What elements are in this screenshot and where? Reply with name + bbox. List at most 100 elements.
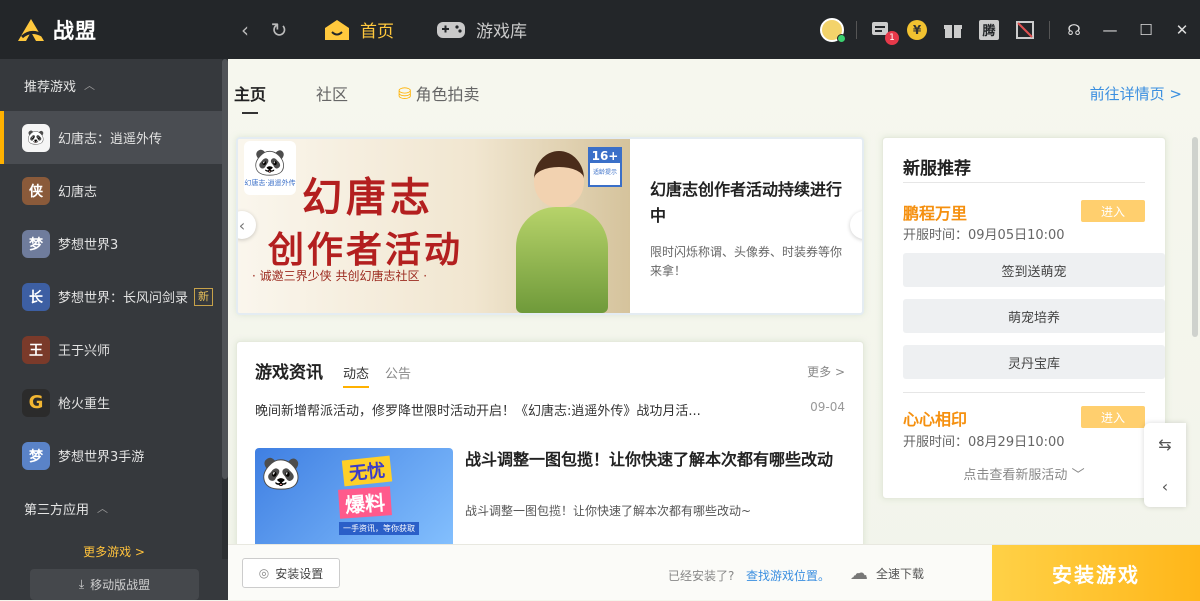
news-item-text: 晚间新增帮派活动，修罗降世限时活动开启！《幻唐志:逍遥外传》战功月活... bbox=[255, 404, 701, 419]
bottom-bar: ◎ 安装设置 已经安装了? 查找游戏位置。 ☁ 全速下载 安装游戏 bbox=[228, 544, 1200, 601]
tab-main-page[interactable]: 主页 bbox=[234, 81, 266, 114]
tab-role-auction-label: 角色拍卖 bbox=[415, 85, 480, 104]
chevron-left-icon: ‹ bbox=[1161, 476, 1169, 496]
divider bbox=[903, 182, 1145, 183]
tab-news-announcements[interactable]: 公告 bbox=[385, 363, 411, 382]
tab-community[interactable]: 社区 bbox=[316, 81, 348, 105]
new-server-panel: 新服推荐 鹏程万里 进入 开服时间：09月05日10:00 签到送萌宠 萌宠培养… bbox=[882, 137, 1166, 499]
sidebar-item-huantang-xiaoyao[interactable]: 🐼 幻唐志：逍遥外传 bbox=[0, 111, 228, 164]
thumb-line1: 无忧 bbox=[341, 455, 393, 487]
tab-game-library[interactable]: 游戏库 bbox=[436, 17, 527, 42]
tab-role-auction[interactable]: ⛁ 角色拍卖 bbox=[398, 81, 479, 105]
user-avatar[interactable] bbox=[814, 12, 850, 48]
tab-game-library-label: 游戏库 bbox=[476, 22, 527, 42]
mobile-version-label: 移动版战盟 bbox=[90, 578, 151, 592]
pet-training-button[interactable]: 萌宠培养 bbox=[903, 299, 1165, 333]
age-rating-label: 16+ bbox=[590, 149, 620, 163]
sidebar-item-huantang[interactable]: 侠 幻唐志 bbox=[0, 164, 228, 217]
sidebar-item-label: 梦想世界：长风问剑录 bbox=[58, 291, 189, 306]
banner-next-button[interactable]: › bbox=[850, 211, 862, 239]
support-button[interactable]: ☊ bbox=[1056, 12, 1092, 48]
server-enter-button[interactable]: 进入 bbox=[1081, 200, 1145, 222]
collapse-toolbar-button[interactable]: ‹ bbox=[1144, 465, 1186, 507]
signin-pet-button[interactable]: 签到送萌宠 bbox=[903, 253, 1165, 287]
sidebar-item-dream-world-3[interactable]: 梦 梦想世界3 bbox=[0, 217, 228, 270]
mobile-version-button[interactable]: ⤓ 移动版战盟 bbox=[30, 569, 199, 600]
sword-game-icon: 长 bbox=[22, 282, 50, 311]
full-speed-label: 全速下载 bbox=[876, 567, 925, 581]
server-open-time: 开服时间：09月05日10:00 bbox=[903, 228, 1065, 243]
banner-art-subtitle: · 诚邀三界少侠 共创幻唐志社区 · bbox=[252, 269, 428, 283]
gift-button[interactable] bbox=[935, 12, 971, 48]
banner-description: 限时闪烁称谓、头像券、时装券等你来拿！ bbox=[650, 245, 843, 278]
character-head bbox=[534, 151, 584, 207]
close-icon: ✕ bbox=[1175, 20, 1189, 39]
chevron-up-icon: ︿ bbox=[84, 79, 96, 92]
no-disturb-button[interactable] bbox=[1007, 12, 1043, 48]
close-button[interactable]: ✕ bbox=[1164, 12, 1200, 48]
server-enter-button[interactable]: 进入 bbox=[1081, 406, 1145, 428]
chevron-left-icon: ‹ bbox=[238, 215, 246, 235]
back-button[interactable]: ‹ bbox=[228, 13, 262, 47]
tab-news-updates[interactable]: 动态 bbox=[343, 363, 370, 388]
panda-icon: 🐼 bbox=[253, 148, 287, 178]
king-game-icon: 王 bbox=[22, 335, 50, 364]
featured-news-thumbnail: 🐼 无忧 爆料 一手资讯，等你获取 bbox=[255, 448, 453, 550]
event-banner[interactable]: 🐼 幻唐志·逍遥外传 幻唐志 创作者活动 · 诚邀三界少侠 共创幻唐志社区 · … bbox=[236, 137, 864, 315]
recharge-button[interactable]: ¥ bbox=[899, 12, 935, 48]
dream-world-icon: 梦 bbox=[22, 229, 50, 258]
sidebar-item-label: 梦想世界3 bbox=[58, 238, 119, 253]
teng-icon: 腾 bbox=[979, 19, 999, 40]
section-recommended-games[interactable]: 推荐游戏 ︿ bbox=[0, 59, 228, 111]
divider bbox=[856, 20, 857, 39]
download-icon: ⤓ bbox=[78, 577, 85, 591]
minimize-icon: — bbox=[1102, 20, 1118, 39]
go-to-details-link[interactable]: 前往详情页 > bbox=[1090, 83, 1182, 104]
sidebar-item-dream-world-sword[interactable]: 长 梦想世界：长风问剑录 新 bbox=[0, 270, 228, 323]
sidebar-item-label: 幻唐志 bbox=[58, 185, 98, 200]
news-item[interactable]: 晚间新增帮派活动，修罗降世限时活动开启！《幻唐志:逍遥外传》战功月活... 09… bbox=[255, 400, 845, 419]
section-label: 推荐游戏 bbox=[24, 79, 77, 95]
install-game-button[interactable]: 安装游戏 bbox=[992, 545, 1200, 601]
avatar bbox=[820, 17, 846, 43]
featured-news-title: 战斗调整一图包揽！让你快速了解本次都有哪些改动 bbox=[465, 450, 834, 469]
elixir-treasury-button[interactable]: 灵丹宝库 bbox=[903, 345, 1165, 379]
sidebar-item-wangyu-xingshi[interactable]: 王 王于兴师 bbox=[0, 323, 228, 376]
switch-icon: ⇆ bbox=[1158, 434, 1172, 454]
view-server-events-link[interactable]: 点击查看新服活动 ﹀ bbox=[883, 464, 1165, 483]
no-disturb-icon bbox=[1016, 20, 1034, 39]
app-logo-text: 战盟 bbox=[53, 18, 97, 43]
section-third-party[interactable]: 第三方应用 ︿ bbox=[0, 482, 228, 534]
already-installed-text: 已经安装了? bbox=[668, 569, 735, 583]
main-scrollbar[interactable] bbox=[1192, 137, 1198, 337]
find-game-location-link[interactable]: 查找游戏位置。 bbox=[746, 567, 830, 584]
more-games-link[interactable]: 更多游戏 > bbox=[0, 543, 228, 560]
minimize-button[interactable]: — bbox=[1092, 12, 1128, 48]
hero-game-icon: 侠 bbox=[22, 176, 50, 205]
sidebar-item-gunfire-reborn[interactable]: G 枪火重生 bbox=[0, 376, 228, 429]
maximize-button[interactable]: ☐ bbox=[1128, 12, 1164, 48]
chevron-up-icon: ︿ bbox=[97, 502, 109, 515]
news-header: 游戏资讯 动态 公告 bbox=[255, 358, 427, 388]
featured-news-description: 战斗调整一图包揽！让你快速了解本次都有哪些改动~ bbox=[465, 504, 752, 518]
news-more-link[interactable]: 更多 > bbox=[807, 363, 845, 380]
install-settings-button[interactable]: ◎ 安装设置 bbox=[242, 558, 340, 588]
age-rating-sub: 适龄提示 bbox=[592, 169, 617, 176]
main-content: 主页 社区 ⛁ 角色拍卖 前往详情页 > 🐼 幻唐志·逍遥外传 幻唐志 创作者活… bbox=[228, 59, 1200, 600]
message-button[interactable]: 1 bbox=[863, 12, 899, 48]
tab-home[interactable]: 首页 bbox=[324, 17, 394, 42]
sidebar-item-dream-world-mobile[interactable]: 梦 梦想世界3手游 bbox=[0, 429, 228, 482]
banner-title: 幻唐志创作者活动持续进行中 bbox=[650, 180, 843, 225]
full-speed-download-toggle[interactable]: ☁ 全速下载 bbox=[850, 563, 924, 584]
refresh-button[interactable]: ↻ bbox=[262, 13, 296, 47]
divider bbox=[903, 392, 1145, 393]
gunfire-game-icon: G bbox=[22, 388, 50, 417]
tool-switch-button[interactable]: ⇆ bbox=[1144, 423, 1186, 465]
tencent-button[interactable]: 腾 bbox=[971, 12, 1007, 48]
cloud-download-icon: ☁ bbox=[850, 563, 868, 584]
dream-mobile-icon: 梦 bbox=[22, 441, 50, 470]
featured-news[interactable]: 🐼 无忧 爆料 一手资讯，等你获取 战斗调整一图包揽！让你快速了解本次都有哪些改… bbox=[255, 448, 845, 550]
sub-tabs: 主页 社区 ⛁ 角色拍卖 bbox=[234, 81, 529, 114]
banner-image: 🐼 幻唐志·逍遥外传 幻唐志 创作者活动 · 诚邀三界少侠 共创幻唐志社区 · … bbox=[238, 139, 630, 313]
tab-home-label: 首页 bbox=[360, 22, 394, 42]
